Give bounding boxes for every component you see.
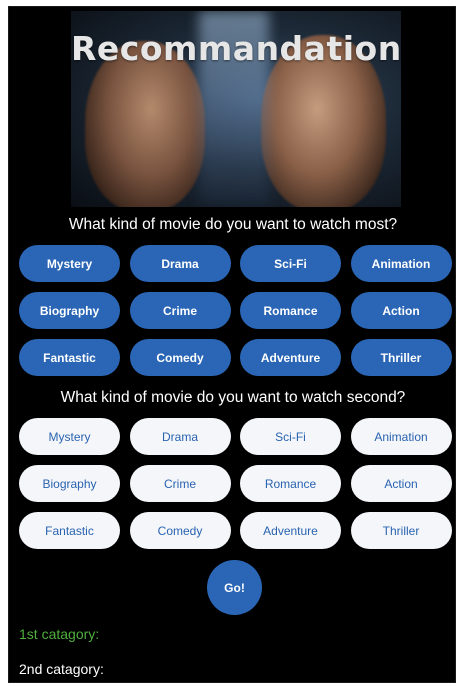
first-genre-button-mystery[interactable]: Mystery	[19, 245, 120, 282]
second-genre-button-crime[interactable]: Crime	[129, 465, 231, 502]
first-genre-button-action[interactable]: Action	[350, 292, 452, 329]
first-genre-button-animation[interactable]: Animation	[350, 245, 452, 282]
first-genre-button-romance[interactable]: Romance	[240, 292, 341, 329]
app-screen: Recommandation What kind of movie do you…	[8, 6, 456, 683]
second-choice-genre-grid: Mystery Drama Sci-Fi Animation Biography…	[19, 418, 452, 549]
second-genre-button-adventure[interactable]: Adventure	[240, 512, 341, 549]
second-genre-button-biography[interactable]: Biography	[19, 465, 120, 502]
second-genre-button-romance[interactable]: Romance	[240, 465, 341, 502]
second-genre-button-comedy[interactable]: Comedy	[129, 512, 231, 549]
first-category-result: 1st catagory:	[19, 626, 100, 642]
second-genre-button-drama[interactable]: Drama	[129, 418, 231, 455]
first-genre-button-comedy[interactable]: Comedy	[129, 339, 231, 376]
second-choice-question: What kind of movie do you want to watch …	[60, 389, 406, 406]
second-genre-button-action[interactable]: Action	[350, 465, 452, 502]
first-genre-button-adventure[interactable]: Adventure	[240, 339, 341, 376]
second-genre-button-animation[interactable]: Animation	[350, 418, 452, 455]
second-category-result: 2nd catagory:	[19, 661, 104, 677]
first-genre-button-thriller[interactable]: Thriller	[350, 339, 452, 376]
first-genre-button-fantastic[interactable]: Fantastic	[19, 339, 120, 376]
first-choice-genre-grid: Mystery Drama Sci-Fi Animation Biography…	[19, 245, 452, 376]
go-button[interactable]: Go!	[207, 560, 262, 615]
second-genre-button-mystery[interactable]: Mystery	[19, 418, 120, 455]
second-genre-button-thriller[interactable]: Thriller	[350, 512, 452, 549]
first-genre-button-crime[interactable]: Crime	[129, 292, 231, 329]
first-choice-question: What kind of movie do you want to watch …	[68, 216, 398, 233]
first-genre-button-sci-fi[interactable]: Sci-Fi	[240, 245, 341, 282]
first-genre-button-drama[interactable]: Drama	[129, 245, 231, 282]
second-genre-button-fantastic[interactable]: Fantastic	[19, 512, 120, 549]
page-title: Recommandation	[71, 29, 401, 68]
first-genre-button-biography[interactable]: Biography	[19, 292, 120, 329]
hero-banner: Recommandation	[71, 11, 401, 207]
second-genre-button-sci-fi[interactable]: Sci-Fi	[240, 418, 341, 455]
